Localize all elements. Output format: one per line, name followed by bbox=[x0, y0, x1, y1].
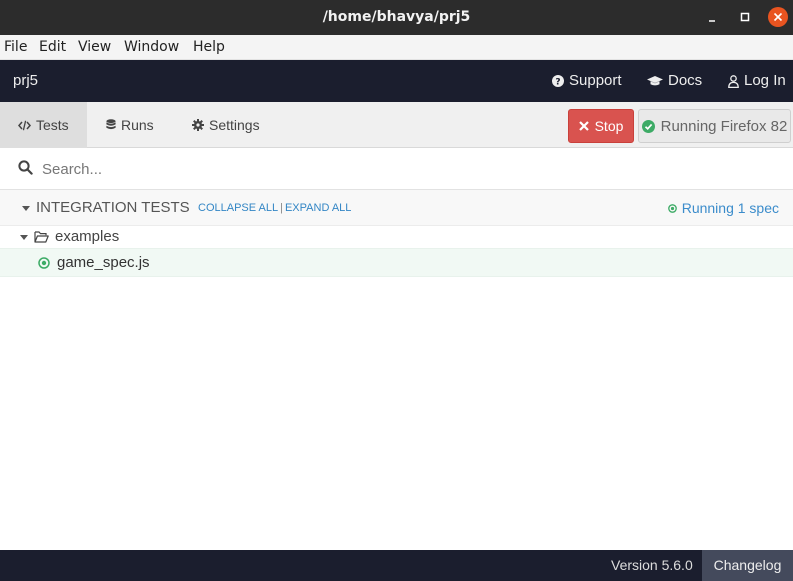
times-icon bbox=[578, 121, 589, 131]
close-button[interactable] bbox=[768, 7, 788, 27]
question-circle-icon: ? bbox=[552, 75, 564, 87]
app-footer: Version 5.6.0 Changelog bbox=[0, 550, 793, 581]
docs-label: Docs bbox=[668, 72, 703, 89]
browser-selector-button[interactable]: Running Firefox 82 bbox=[638, 109, 791, 143]
check-circle-icon bbox=[641, 119, 655, 133]
caret-down-icon bbox=[22, 205, 30, 211]
minimize-button[interactable] bbox=[702, 7, 722, 27]
tab-settings[interactable]: Settings bbox=[176, 102, 276, 148]
maximize-icon bbox=[740, 12, 750, 22]
menu-help[interactable]: Help bbox=[193, 35, 225, 60]
version-label: Version 5.6.0 bbox=[611, 557, 693, 573]
integration-tests-toggle[interactable]: INTEGRATION TESTS bbox=[22, 190, 190, 226]
spec-file-row[interactable]: game_spec.js bbox=[0, 248, 793, 277]
running-spec-status: Running 1 spec bbox=[667, 190, 779, 226]
tab-runs-label: Runs bbox=[121, 117, 154, 133]
menu-window[interactable]: Window bbox=[124, 35, 179, 60]
menu-file[interactable]: File bbox=[4, 35, 27, 60]
maximize-button[interactable] bbox=[735, 7, 755, 27]
spec-list-header: INTEGRATION TESTS COLLAPSE ALL | EXPAND AL… bbox=[0, 190, 793, 226]
folder-name: examples bbox=[55, 228, 120, 245]
dot-circle-icon bbox=[38, 256, 50, 269]
folder-row[interactable]: examples bbox=[0, 226, 793, 248]
collapse-all-link[interactable]: COLLAPSE ALL bbox=[198, 202, 278, 214]
login-link[interactable]: Log In bbox=[728, 60, 786, 102]
project-name: prj5 bbox=[13, 72, 39, 89]
running-status-label: Running 1 spec bbox=[681, 200, 779, 216]
database-icon bbox=[106, 119, 116, 130]
window-titlebar: /home/bhavya/prj5 bbox=[0, 0, 793, 35]
link-separator: | bbox=[280, 202, 283, 214]
expand-all-link[interactable]: EXPAND ALL bbox=[285, 202, 351, 214]
code-icon bbox=[18, 120, 31, 130]
tab-tests-label: Tests bbox=[36, 117, 69, 133]
search-input[interactable] bbox=[42, 156, 762, 182]
login-label: Log In bbox=[744, 72, 786, 89]
browser-label: Running Firefox 82 bbox=[660, 117, 788, 135]
tab-runs[interactable]: Runs bbox=[90, 102, 170, 148]
collapse-expand-links: COLLAPSE ALL | EXPAND ALL bbox=[198, 190, 351, 226]
minimize-icon bbox=[709, 20, 715, 22]
folder-open-icon bbox=[34, 231, 49, 243]
tab-settings-label: Settings bbox=[209, 117, 260, 133]
menu-edit[interactable]: Edit bbox=[39, 35, 66, 60]
docs-link[interactable]: Docs bbox=[647, 60, 702, 102]
support-link[interactable]: ? Support bbox=[552, 60, 622, 102]
search-icon bbox=[18, 160, 33, 175]
menu-view[interactable]: View bbox=[78, 35, 111, 60]
graduation-cap-icon bbox=[647, 76, 663, 86]
spec-file-name: game_spec.js bbox=[57, 254, 150, 271]
stop-label: Stop bbox=[594, 118, 624, 134]
svg-text:?: ? bbox=[555, 78, 560, 88]
menu-bar: File Edit View Window Help bbox=[0, 35, 793, 60]
section-title: INTEGRATION TESTS bbox=[36, 199, 190, 216]
dot-circle-icon bbox=[667, 203, 677, 213]
gear-icon bbox=[192, 119, 204, 131]
changelog-button[interactable]: Changelog bbox=[702, 550, 793, 581]
tab-tests[interactable]: Tests bbox=[0, 102, 87, 148]
caret-down-icon bbox=[20, 234, 28, 240]
search-bar bbox=[0, 148, 793, 190]
support-label: Support bbox=[569, 72, 622, 89]
toolbar: Tests Runs Settings Stop Running Firefox… bbox=[0, 102, 793, 148]
stop-button[interactable]: Stop bbox=[568, 109, 634, 143]
close-icon bbox=[773, 12, 783, 22]
user-icon bbox=[728, 74, 739, 88]
app-header: prj5 ? Support Docs Log In bbox=[0, 60, 793, 102]
window-title: /home/bhavya/prj5 bbox=[322, 9, 471, 25]
